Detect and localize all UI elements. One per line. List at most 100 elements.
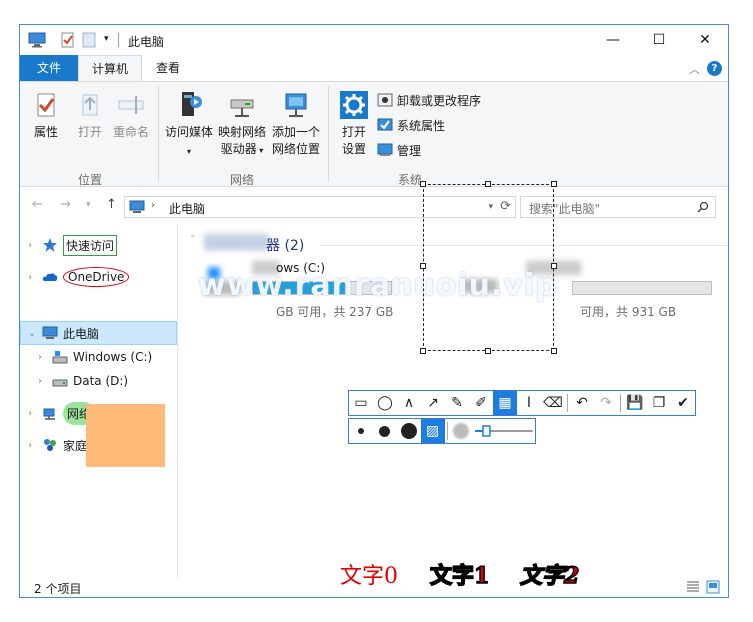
rectangle-tool-icon[interactable]: ▭	[349, 391, 373, 415]
tab-view[interactable]: 查看	[142, 55, 194, 81]
properties-quick-icon[interactable]	[60, 32, 76, 48]
homegroup-icon	[44, 439, 56, 451]
uninstall-program-button[interactable]: 卸载或更改程序	[377, 90, 481, 110]
pen-tool-icon[interactable]: ✎	[445, 391, 469, 415]
minimize-button[interactable]: —	[590, 25, 636, 55]
forward-arrow-icon[interactable]: →	[60, 197, 71, 212]
resize-handle[interactable]	[420, 263, 426, 269]
resize-handle[interactable]	[551, 348, 557, 354]
open-button[interactable]: 打开	[72, 90, 108, 141]
media-icon	[182, 92, 202, 116]
annotation-text-2: 文字2	[519, 562, 580, 590]
add-location-label-2: 网络位置	[271, 142, 320, 156]
blur-strength-slider[interactable]	[473, 424, 535, 438]
resize-handle[interactable]	[485, 181, 491, 187]
ribbon: 属性 打开 重命名 位置 访问媒体 ▾ 映射网络 驱动器 ▾ 添加一个 网络位置…	[20, 81, 728, 187]
group-label-location: 位置	[77, 173, 102, 187]
breadcrumb-chevron-icon: ›	[151, 200, 155, 211]
resize-handle[interactable]	[485, 348, 491, 354]
nav-label-windows-c: Windows (C:)	[73, 350, 153, 364]
save-icon[interactable]: 💾	[623, 391, 647, 415]
open-settings-button[interactable]: 打开 设置	[334, 90, 374, 158]
expand-arrow-icon[interactable]: ›	[38, 376, 52, 387]
uninstall-icon	[377, 93, 393, 107]
line-tool-icon[interactable]: ∧	[397, 391, 421, 415]
navigation-pane: › 快速访问 › OneDrive ⌄ 此电脑 › Windows (C:) ›…	[20, 225, 178, 580]
properties-icon	[37, 93, 55, 117]
collapse-ribbon-icon[interactable]: ︿	[689, 61, 700, 77]
network-icon	[43, 408, 55, 420]
back-arrow-icon[interactable]: ←	[32, 197, 43, 212]
expand-arrow-icon[interactable]: ›	[28, 272, 42, 283]
collapse-arrow-icon[interactable]: ⌄	[28, 328, 42, 339]
mosaic-pattern-icon[interactable]: ▨	[420, 419, 445, 443]
computer-icon	[42, 326, 58, 339]
nav-item-onedrive[interactable]: › OneDrive	[20, 265, 177, 289]
resize-handle[interactable]	[551, 263, 557, 269]
toolbar-separator	[567, 394, 568, 412]
text-tool-icon[interactable]: I	[517, 391, 541, 415]
computer-icon	[129, 200, 145, 213]
nav-item-data-d[interactable]: › Data (D:)	[20, 369, 177, 393]
access-media-button[interactable]: 访问媒体 ▾	[162, 90, 216, 160]
nav-item-windows-c[interactable]: › Windows (C:)	[20, 345, 177, 369]
ellipse-tool-icon[interactable]: ◯	[373, 391, 397, 415]
properties-button[interactable]: 属性	[28, 90, 64, 141]
group-separator	[158, 86, 159, 182]
nav-item-quick-access[interactable]: › 快速访问	[20, 233, 177, 257]
large-icons-view-icon[interactable]	[706, 580, 720, 594]
rename-label: 重命名	[112, 125, 149, 139]
size-large-icon[interactable]	[397, 419, 421, 443]
expand-arrow-icon[interactable]: ›	[28, 240, 42, 251]
recent-locations-icon[interactable]: ▾	[86, 200, 91, 210]
nav-label-onedrive: OneDrive	[63, 267, 130, 287]
address-path: 此电脑	[169, 202, 206, 216]
mosaic-rectangle	[86, 404, 165, 467]
search-icon[interactable]	[697, 201, 709, 213]
quick-access-dropdown-icon[interactable]: ▾	[104, 34, 109, 50]
group-label-network: 网络	[229, 173, 254, 187]
nav-item-this-pc[interactable]: ⌄ 此电脑	[20, 321, 177, 345]
ribbon-tabs: 文件 计算机 查看 ︿ ?	[20, 55, 728, 81]
expand-arrow-icon[interactable]: ›	[38, 352, 52, 363]
eraser-tool-icon[interactable]: ⌫	[541, 391, 565, 415]
highlighter-tool-icon[interactable]: ✐	[469, 391, 493, 415]
tab-computer[interactable]: 计算机	[78, 55, 142, 81]
manage-button[interactable]: 管理	[377, 140, 421, 160]
help-button[interactable]: ?	[707, 61, 722, 76]
close-button[interactable]: ✕	[682, 25, 728, 55]
map-network-drive-button[interactable]: 映射网络 驱动器 ▾	[216, 90, 268, 159]
maximize-button[interactable]: ☐	[636, 25, 682, 55]
navigation-bar: ← → ▾ ↑ › 此电脑 ▾ ⟳ 搜索"此电脑"	[20, 193, 728, 221]
access-media-label: 访问媒体	[164, 125, 213, 139]
size-small-icon[interactable]	[349, 419, 373, 443]
size-medium-icon[interactable]	[373, 419, 397, 443]
drive-c-free: GB 可用，共 237 GB	[276, 305, 394, 319]
rename-button[interactable]: 重命名	[110, 90, 152, 141]
blur-preview-icon	[450, 419, 474, 443]
tab-file[interactable]: 文件	[20, 55, 78, 81]
undo-icon[interactable]: ↶	[570, 391, 594, 415]
expand-arrow-icon[interactable]: ›	[28, 440, 42, 451]
arrow-tool-icon[interactable]: ↗	[421, 391, 445, 415]
redo-icon[interactable]: ↷	[594, 391, 618, 415]
details-view-icon[interactable]	[686, 580, 700, 594]
add-network-location-button[interactable]: 添加一个 网络位置	[270, 90, 322, 158]
confirm-icon[interactable]: ✔	[671, 391, 695, 415]
resize-handle[interactable]	[420, 348, 426, 354]
group-collapse-icon[interactable]: ˇ	[190, 235, 195, 246]
mosaic-tool-icon[interactable]: ▦	[493, 391, 517, 415]
copy-icon[interactable]: ❐	[647, 391, 671, 415]
annotation-text-1: 文字1	[429, 562, 490, 590]
up-arrow-icon[interactable]: ↑	[106, 197, 117, 212]
expand-arrow-icon[interactable]: ›	[28, 408, 42, 419]
add-network-location-icon	[285, 93, 307, 117]
capture-selection[interactable]	[420, 181, 557, 354]
group-title: 器 (2)	[266, 238, 305, 254]
annotation-toolbar: ▭ ◯ ∧ ↗ ✎ ✐ ▦ I ⌫ ↶ ↷ 💾 ❐ ✔	[348, 390, 696, 416]
resize-handle[interactable]	[551, 181, 557, 187]
resize-handle[interactable]	[420, 181, 426, 187]
system-properties-button[interactable]: 系统属性	[377, 115, 445, 135]
rename-icon	[118, 96, 144, 114]
new-folder-quick-icon[interactable]	[82, 32, 96, 48]
